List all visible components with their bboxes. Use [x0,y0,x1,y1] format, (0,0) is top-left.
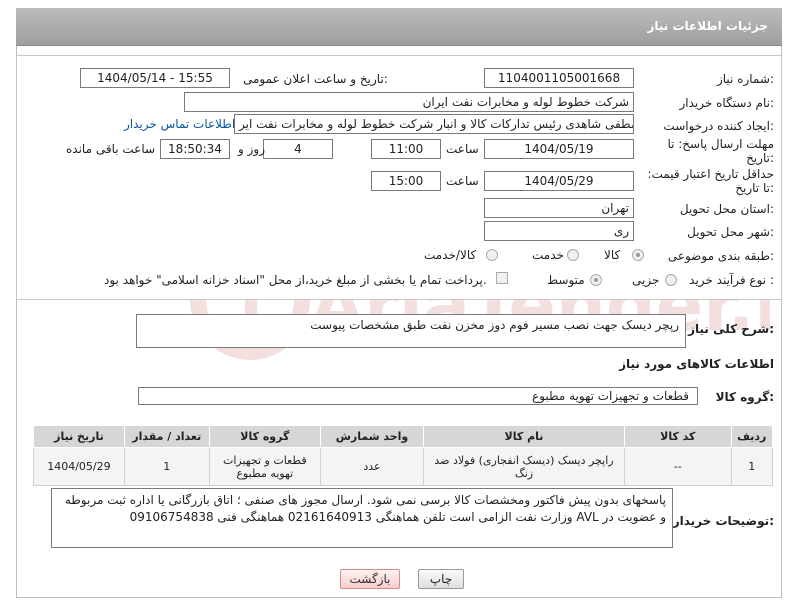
announce-datetime-field[interactable]: 1404/05/14 - 15:55 [80,68,230,88]
price-date-field[interactable]: 1404/05/29 [484,171,634,191]
category-radio-service[interactable] [567,249,579,261]
treasury-payment-checkbox[interactable] [496,272,508,284]
col-name: نام کالا [422,425,626,448]
col-row: ردیف [730,425,774,448]
purchase-option-minor: جزیی [632,273,660,287]
page-title: جزئیات اطلاعات نیاز [647,19,768,33]
purchase-option-medium: متوسط [547,273,585,287]
description-label: شرح کلی نیاز: [688,322,774,336]
need-number-field[interactable]: 1104001105001668 [484,68,634,88]
col-code: کد کالا [624,425,732,448]
print-button[interactable]: چاپ [418,569,464,589]
price-time-field[interactable]: 15:00 [371,171,441,191]
header-bar: جزئیات اطلاعات نیاز [16,8,782,46]
goods-section-title: اطلاعات کالاهای مورد نیاز [619,357,774,371]
col-qty: تعداد / مقدار [123,425,210,448]
city-field[interactable]: ری [484,221,634,241]
announce-label: تاریخ و ساعت اعلان عمومی: [243,72,388,86]
province-field[interactable]: تهران [484,198,634,218]
cell-name: راپچر دیسک (دیسک انفجاری) فولاد ضد زنگ [422,447,626,486]
creator-field[interactable]: مصطفی شاهدی رئیس تدارکات کالا و انبار شر… [234,114,634,134]
buyer-org-label: نام دستگاه خریدار: [679,96,775,110]
col-group: گروه کالا [208,425,322,448]
category-radio-goods[interactable] [632,249,644,261]
goods-group-field[interactable]: قطعات و تجهیزات تهویه مطبوع [138,387,698,405]
reply-time-label: ساعت [446,142,479,156]
col-date: تاریخ نیاز [33,425,125,448]
cell-date: 1404/05/29 [33,447,125,486]
cell-qty: 1 [123,447,210,486]
goods-group-label: گروه کالا: [715,390,774,404]
price-validity-label: حداقل تاریخ اعتبار قیمت: تا تاریخ: [647,167,774,195]
back-button[interactable]: بازگشت [340,569,400,589]
cell-code: -- [624,447,732,486]
purchase-radio-minor[interactable] [665,274,677,286]
city-label: شهر محل تحویل: [687,225,774,239]
reply-time-field[interactable]: 11:00 [371,139,441,159]
goods-table: ردیف کد کالا نام کالا واحد شمارش گروه کا… [33,425,774,486]
description-textarea[interactable]: رپچر دیسک جهت نصب مسیر فوم دوز مخزن نفت … [136,314,686,348]
table-row[interactable]: 1 -- راپچر دیسک (دیسک انفجاری) فولاد ضد … [33,447,774,486]
reply-date-field[interactable]: 1404/05/19 [484,139,634,159]
days-field[interactable]: 4 [263,139,333,159]
days-label: روز و [238,142,265,156]
buyer-notes-label: توضیحات خریدار: [672,514,774,528]
remaining-label: ساعت باقی مانده [66,142,156,156]
province-label: استان محل تحویل: [679,202,774,216]
purchase-type-label: نوع فرآیند خرید : [689,273,774,287]
reply-deadline-label: مهلت ارسال پاسخ: تا تاریخ: [667,137,774,165]
cell-group: قطعات و تجهیزات تهویه مطبوع [208,447,322,486]
cell-row: 1 [730,447,774,486]
category-label: طبقه بندی موضوعی: [667,249,774,263]
creator-label: ایجاد کننده درخواست: [663,119,774,133]
buyer-org-field[interactable]: شرکت خطوط لوله و مخابرات نفت ایران [184,92,634,112]
need-number-label: شماره نیاز: [716,72,774,86]
cell-unit: عدد [320,447,424,486]
goods-table-header: ردیف کد کالا نام کالا واحد شمارش گروه کا… [33,425,774,448]
category-option-goods: کالا [604,248,621,262]
purchase-radio-medium[interactable] [590,274,602,286]
price-time-label: ساعت [446,174,479,188]
buyer-notes-textarea[interactable]: پاسخهای بدون پیش فاکتور ومخشصات کالا برس… [51,488,673,548]
category-option-service: خدمت [532,248,564,262]
col-unit: واحد شمارش [320,425,424,448]
category-radio-both[interactable] [486,249,498,261]
treasury-payment-note: پرداخت تمام یا بخشی از مبلغ خرید،از محل … [104,273,487,287]
buyer-contact-link[interactable]: اطلاعات تماس خریدار [124,117,235,131]
category-option-both: کالا/خدمت [424,248,477,262]
remaining-time-field[interactable]: 18:50:34 [160,139,230,159]
